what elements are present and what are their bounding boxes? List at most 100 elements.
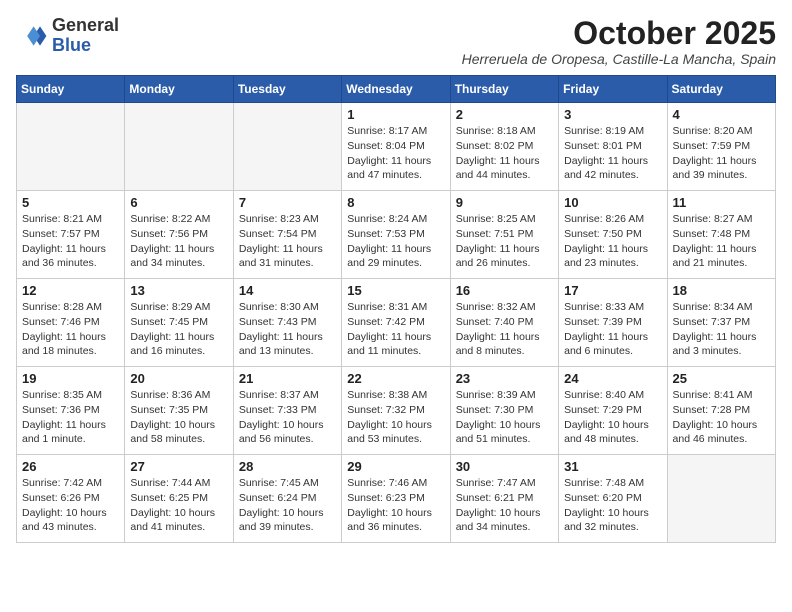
day-info: Sunrise: 8:28 AMSunset: 7:46 PMDaylight:… bbox=[22, 300, 119, 359]
calendar-cell: 14 Sunrise: 8:30 AMSunset: 7:43 PMDayligh… bbox=[233, 279, 341, 367]
calendar-cell: 28 Sunrise: 7:45 AMSunset: 6:24 PMDayligh… bbox=[233, 455, 341, 543]
day-number: 31 bbox=[564, 459, 661, 474]
day-info: Sunrise: 8:29 AMSunset: 7:45 PMDaylight:… bbox=[130, 300, 227, 359]
logo-icon bbox=[16, 20, 48, 52]
calendar-table: SundayMondayTuesdayWednesdayThursdayFrid… bbox=[16, 75, 776, 543]
calendar-cell bbox=[233, 103, 341, 191]
day-number: 3 bbox=[564, 107, 661, 122]
calendar-cell: 8 Sunrise: 8:24 AMSunset: 7:53 PMDaylight… bbox=[342, 191, 450, 279]
calendar-cell: 27 Sunrise: 7:44 AMSunset: 6:25 PMDayligh… bbox=[125, 455, 233, 543]
calendar-cell: 11 Sunrise: 8:27 AMSunset: 7:48 PMDayligh… bbox=[667, 191, 775, 279]
day-number: 17 bbox=[564, 283, 661, 298]
day-header-thursday: Thursday bbox=[450, 76, 558, 103]
day-info: Sunrise: 7:42 AMSunset: 6:26 PMDaylight:… bbox=[22, 476, 119, 535]
day-number: 9 bbox=[456, 195, 553, 210]
calendar-cell: 13 Sunrise: 8:29 AMSunset: 7:45 PMDayligh… bbox=[125, 279, 233, 367]
calendar-cell: 31 Sunrise: 7:48 AMSunset: 6:20 PMDayligh… bbox=[559, 455, 667, 543]
day-number: 20 bbox=[130, 371, 227, 386]
day-header-monday: Monday bbox=[125, 76, 233, 103]
calendar-cell: 18Sunrise: 8:34 AMSunset: 7:37 PMDayligh… bbox=[667, 279, 775, 367]
day-info: Sunrise: 8:19 AMSunset: 8:01 PMDaylight:… bbox=[564, 124, 661, 183]
day-number: 12 bbox=[22, 283, 119, 298]
day-info: Sunrise: 8:35 AMSunset: 7:36 PMDaylight:… bbox=[22, 388, 119, 447]
day-header-wednesday: Wednesday bbox=[342, 76, 450, 103]
day-number: 2 bbox=[456, 107, 553, 122]
calendar-header: SundayMondayTuesdayWednesdayThursdayFrid… bbox=[17, 76, 776, 103]
calendar-cell: 10Sunrise: 8:26 AMSunset: 7:50 PMDayligh… bbox=[559, 191, 667, 279]
logo: General Blue bbox=[16, 16, 119, 56]
day-info: Sunrise: 7:47 AMSunset: 6:21 PMDaylight:… bbox=[456, 476, 553, 535]
day-number: 27 bbox=[130, 459, 227, 474]
title-block: October 2025 Herreruela de Oropesa, Cast… bbox=[462, 16, 776, 67]
day-number: 5 bbox=[22, 195, 119, 210]
day-number: 21 bbox=[239, 371, 336, 386]
day-info: Sunrise: 8:22 AMSunset: 7:56 PMDaylight:… bbox=[130, 212, 227, 271]
day-number: 16 bbox=[456, 283, 553, 298]
day-info: Sunrise: 8:37 AMSunset: 7:33 PMDaylight:… bbox=[239, 388, 336, 447]
month-title: October 2025 bbox=[462, 16, 776, 51]
day-info: Sunrise: 8:20 AMSunset: 7:59 PMDaylight:… bbox=[673, 124, 770, 183]
day-number: 15 bbox=[347, 283, 444, 298]
calendar-cell: 24Sunrise: 8:40 AMSunset: 7:29 PMDayligh… bbox=[559, 367, 667, 455]
week-row-3: 12 Sunrise: 8:28 AMSunset: 7:46 PMDayligh… bbox=[17, 279, 776, 367]
calendar-cell: 23Sunrise: 8:39 AMSunset: 7:30 PMDayligh… bbox=[450, 367, 558, 455]
calendar-cell: 16 Sunrise: 8:32 AMSunset: 7:40 PMDayligh… bbox=[450, 279, 558, 367]
calendar-cell bbox=[125, 103, 233, 191]
day-number: 6 bbox=[130, 195, 227, 210]
calendar-cell: 20Sunrise: 8:36 AMSunset: 7:35 PMDayligh… bbox=[125, 367, 233, 455]
day-info: Sunrise: 8:21 AMSunset: 7:57 PMDaylight:… bbox=[22, 212, 119, 271]
day-info: Sunrise: 8:40 AMSunset: 7:29 PMDaylight:… bbox=[564, 388, 661, 447]
calendar-cell bbox=[17, 103, 125, 191]
calendar-cell: 7Sunrise: 8:23 AMSunset: 7:54 PMDaylight… bbox=[233, 191, 341, 279]
day-info: Sunrise: 8:30 AMSunset: 7:43 PMDaylight:… bbox=[239, 300, 336, 359]
calendar-body: 1Sunrise: 8:17 AMSunset: 8:04 PMDaylight… bbox=[17, 103, 776, 543]
day-number: 13 bbox=[130, 283, 227, 298]
day-number: 29 bbox=[347, 459, 444, 474]
day-number: 11 bbox=[673, 195, 770, 210]
day-number: 18 bbox=[673, 283, 770, 298]
day-info: Sunrise: 8:27 AMSunset: 7:48 PMDaylight:… bbox=[673, 212, 770, 271]
day-info: Sunrise: 8:32 AMSunset: 7:40 PMDaylight:… bbox=[456, 300, 553, 359]
calendar-cell: 21 Sunrise: 8:37 AMSunset: 7:33 PMDayligh… bbox=[233, 367, 341, 455]
calendar-cell: 25 Sunrise: 8:41 AMSunset: 7:28 PMDayligh… bbox=[667, 367, 775, 455]
calendar-cell: 9 Sunrise: 8:25 AMSunset: 7:51 PMDaylight… bbox=[450, 191, 558, 279]
week-row-4: 19 Sunrise: 8:35 AMSunset: 7:36 PMDayligh… bbox=[17, 367, 776, 455]
calendar-cell: 19 Sunrise: 8:35 AMSunset: 7:36 PMDayligh… bbox=[17, 367, 125, 455]
day-info: Sunrise: 8:24 AMSunset: 7:53 PMDaylight:… bbox=[347, 212, 444, 271]
day-info: Sunrise: 8:41 AMSunset: 7:28 PMDaylight:… bbox=[673, 388, 770, 447]
day-info: Sunrise: 8:17 AMSunset: 8:04 PMDaylight:… bbox=[347, 124, 444, 183]
day-number: 23 bbox=[456, 371, 553, 386]
calendar-cell: 26 Sunrise: 7:42 AMSunset: 6:26 PMDayligh… bbox=[17, 455, 125, 543]
day-info: Sunrise: 8:25 AMSunset: 7:51 PMDaylight:… bbox=[456, 212, 553, 271]
day-header-saturday: Saturday bbox=[667, 76, 775, 103]
logo-text: General Blue bbox=[52, 16, 119, 56]
day-info: Sunrise: 7:45 AMSunset: 6:24 PMDaylight:… bbox=[239, 476, 336, 535]
page-header: General Blue October 2025 Herreruela de … bbox=[16, 16, 776, 67]
day-info: Sunrise: 8:18 AMSunset: 8:02 PMDaylight:… bbox=[456, 124, 553, 183]
day-info: Sunrise: 7:46 AMSunset: 6:23 PMDaylight:… bbox=[347, 476, 444, 535]
calendar-cell: 5 Sunrise: 8:21 AMSunset: 7:57 PMDaylight… bbox=[17, 191, 125, 279]
day-number: 26 bbox=[22, 459, 119, 474]
day-number: 14 bbox=[239, 283, 336, 298]
day-header-sunday: Sunday bbox=[17, 76, 125, 103]
calendar-cell: 30Sunrise: 7:47 AMSunset: 6:21 PMDayligh… bbox=[450, 455, 558, 543]
calendar-cell: 15 Sunrise: 8:31 AMSunset: 7:42 PMDayligh… bbox=[342, 279, 450, 367]
day-info: Sunrise: 7:44 AMSunset: 6:25 PMDaylight:… bbox=[130, 476, 227, 535]
week-row-5: 26 Sunrise: 7:42 AMSunset: 6:26 PMDayligh… bbox=[17, 455, 776, 543]
calendar-cell: 29 Sunrise: 7:46 AMSunset: 6:23 PMDayligh… bbox=[342, 455, 450, 543]
day-number: 28 bbox=[239, 459, 336, 474]
day-number: 25 bbox=[673, 371, 770, 386]
day-info: Sunrise: 8:26 AMSunset: 7:50 PMDaylight:… bbox=[564, 212, 661, 271]
calendar-cell: 12 Sunrise: 8:28 AMSunset: 7:46 PMDayligh… bbox=[17, 279, 125, 367]
week-row-1: 1Sunrise: 8:17 AMSunset: 8:04 PMDaylight… bbox=[17, 103, 776, 191]
day-info: Sunrise: 8:38 AMSunset: 7:32 PMDaylight:… bbox=[347, 388, 444, 447]
day-number: 8 bbox=[347, 195, 444, 210]
day-info: Sunrise: 8:23 AMSunset: 7:54 PMDaylight:… bbox=[239, 212, 336, 271]
day-info: Sunrise: 7:48 AMSunset: 6:20 PMDaylight:… bbox=[564, 476, 661, 535]
day-number: 19 bbox=[22, 371, 119, 386]
calendar-cell: 2 Sunrise: 8:18 AMSunset: 8:02 PMDaylight… bbox=[450, 103, 558, 191]
day-number: 4 bbox=[673, 107, 770, 122]
calendar-cell: 1Sunrise: 8:17 AMSunset: 8:04 PMDaylight… bbox=[342, 103, 450, 191]
calendar-cell: 17Sunrise: 8:33 AMSunset: 7:39 PMDayligh… bbox=[559, 279, 667, 367]
day-info: Sunrise: 8:31 AMSunset: 7:42 PMDaylight:… bbox=[347, 300, 444, 359]
